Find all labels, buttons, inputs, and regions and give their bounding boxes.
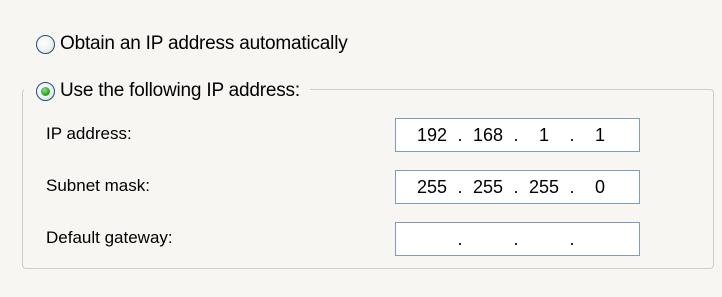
ip-octet-2[interactable]: 168 bbox=[464, 119, 512, 151]
ip-address-label: IP address: bbox=[46, 124, 132, 143]
mask-separator: . bbox=[569, 177, 575, 197]
ip-octet-4[interactable]: 1 bbox=[576, 119, 624, 151]
radio-selected-icon[interactable] bbox=[36, 81, 55, 101]
gateway-octet-2[interactable] bbox=[464, 223, 512, 255]
ip-separator: . bbox=[457, 125, 463, 145]
subnet-mask-label: Subnet mask: bbox=[46, 176, 150, 195]
ip-octet-3[interactable]: 1 bbox=[520, 119, 568, 151]
mask-octet-2[interactable]: 255 bbox=[464, 171, 512, 203]
mask-octet-4[interactable]: 0 bbox=[576, 171, 624, 203]
ip-separator: . bbox=[513, 125, 519, 145]
ip-separator: . bbox=[569, 125, 575, 145]
mask-octet-1[interactable]: 255 bbox=[408, 171, 456, 203]
default-gateway-label: Default gateway: bbox=[46, 228, 173, 247]
radio-unselected-icon[interactable] bbox=[36, 34, 55, 54]
mask-separator: . bbox=[513, 177, 519, 197]
radio-use-following-ip-label[interactable]: Use the following IP address: bbox=[60, 80, 300, 102]
gateway-octet-3[interactable] bbox=[520, 223, 568, 255]
gateway-octet-1[interactable] bbox=[408, 223, 456, 255]
default-gateway-input[interactable]: . . . bbox=[395, 222, 640, 256]
subnet-mask-input[interactable]: 255 . 255 . 255 . 0 bbox=[395, 170, 640, 204]
radio-obtain-automatically-label[interactable]: Obtain an IP address automatically bbox=[60, 33, 348, 55]
gateway-octet-4[interactable] bbox=[576, 223, 624, 255]
radio-selected-dot bbox=[41, 86, 50, 96]
gateway-separator: . bbox=[457, 229, 463, 249]
gateway-separator: . bbox=[569, 229, 575, 249]
ip-octet-1[interactable]: 192 bbox=[408, 119, 456, 151]
mask-octet-3[interactable]: 255 bbox=[520, 171, 568, 203]
mask-separator: . bbox=[457, 177, 463, 197]
radio-obtain-automatically[interactable]: Obtain an IP address automatically bbox=[36, 33, 348, 55]
ip-address-input[interactable]: 192 . 168 . 1 . 1 bbox=[395, 118, 640, 152]
radio-use-following-ip[interactable]: Use the following IP address: bbox=[24, 80, 310, 102]
gateway-separator: . bbox=[513, 229, 519, 249]
